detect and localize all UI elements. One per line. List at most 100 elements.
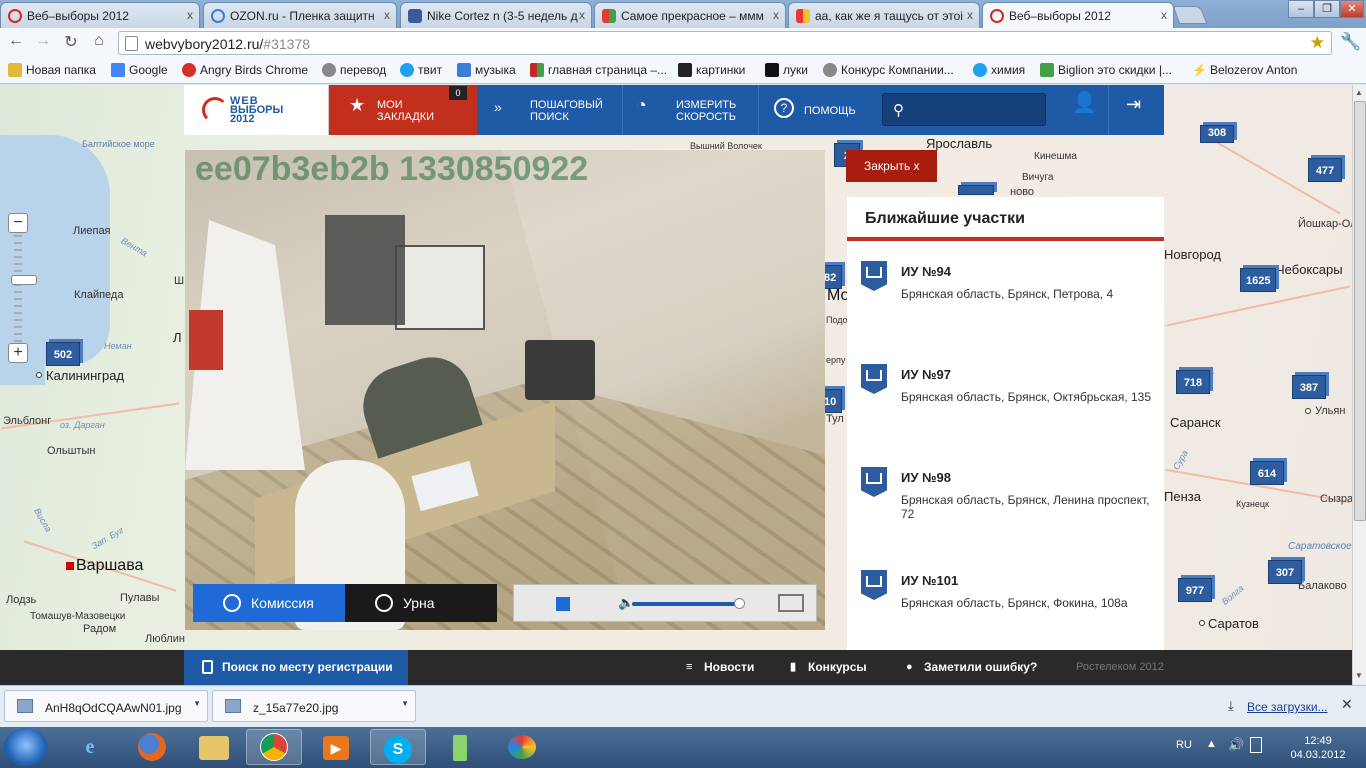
scroll-up-icon[interactable]: ▲ [1355, 88, 1363, 97]
registration-search-button[interactable]: Поиск по месту регистрации [184, 650, 408, 685]
bookmark-luki[interactable]: луки [765, 63, 808, 77]
minimize-button[interactable]: – [1288, 0, 1314, 18]
firefox-icon[interactable] [124, 729, 180, 765]
tray-expand-icon[interactable]: ▲ [1206, 738, 1217, 750]
chevron-down-icon[interactable]: ▼ [193, 699, 201, 708]
logout-button[interactable]: ⇥ [1126, 85, 1156, 135]
site-logo[interactable]: WEB ВЫБОРЫ 2012 [184, 85, 329, 135]
bookmark-novaya-papka[interactable]: Новая папка [8, 63, 96, 77]
address-bar[interactable]: webvybory2012.ru/#31378 ★ [118, 31, 1332, 55]
volume-slider[interactable] [632, 602, 740, 606]
polling-cluster-marker[interactable]: 502 [46, 342, 80, 366]
chrome-icon[interactable] [246, 729, 302, 765]
polling-cluster-marker[interactable]: 977 [1178, 578, 1212, 602]
scrollbar-thumb[interactable] [1354, 101, 1366, 521]
bookmark-google[interactable]: Google [111, 63, 168, 77]
gadget-icon[interactable] [432, 729, 488, 765]
my-bookmarks-button[interactable]: ★ МОИ ЗАКЛАДКИ 0 [329, 85, 477, 135]
reload-icon[interactable]: ↻ [60, 32, 82, 52]
news-link[interactable]: ≡ Новости [686, 650, 754, 685]
bookmarks-bar: Новая папка Google Angry Birds Chrome пе… [0, 58, 1366, 84]
back-icon[interactable]: ← [5, 32, 27, 50]
maximize-button[interactable]: ❐ [1314, 0, 1340, 18]
tab-commission[interactable]: Комиссия [193, 584, 345, 622]
all-downloads-link[interactable]: Все загрузки... [1247, 700, 1328, 714]
polling-cluster-marker[interactable]: 307 [1268, 560, 1302, 584]
download-item[interactable]: z_15a77e20.jpg ▼ [212, 690, 416, 722]
page-scrollbar[interactable]: ▲ ▼ [1352, 85, 1366, 685]
user-button[interactable]: 👤 [1070, 85, 1100, 135]
tab-ozon[interactable]: OZON.ru - Пленка защитн x [203, 2, 397, 28]
close-tab-icon[interactable]: x [773, 8, 779, 22]
bookmark-belozerov[interactable]: ⚡ Belozerov Anton [1192, 63, 1297, 77]
close-window-button[interactable]: ✕ [1340, 0, 1364, 18]
close-tab-icon[interactable]: x [384, 8, 390, 22]
polling-cluster-marker[interactable]: 387 [1292, 375, 1326, 399]
new-tab-button[interactable] [1172, 6, 1208, 24]
bookmark-perevod[interactable]: перевод [322, 63, 386, 77]
volume-knob[interactable] [734, 598, 745, 609]
help-button[interactable]: ? ПОМОЩЬ [774, 85, 874, 135]
skype-icon[interactable]: S [370, 729, 426, 765]
media-player-icon[interactable]: ▶ [308, 729, 364, 765]
network-tray-icon[interactable] [1250, 737, 1262, 753]
polling-cluster-marker[interactable]: 614 [1250, 461, 1284, 485]
start-button[interactable] [4, 728, 48, 766]
bookmark-star-icon[interactable]: ★ [1310, 33, 1325, 53]
step-search-button[interactable]: » ПОШАГОВЫЙ ПОИСК [494, 85, 614, 135]
camera-video-player[interactable]: ee07b3eb2b 1330850922 [185, 150, 825, 630]
polling-cluster-marker[interactable]: 1625 [1240, 268, 1277, 292]
map-label: Балаково [1298, 580, 1347, 592]
bookmark-khimiya[interactable]: химия [973, 63, 1025, 77]
speed-test-button[interactable]: ◔ ИЗМЕРИТЬ СКОРОСТЬ [636, 85, 756, 135]
tab-tashchus[interactable]: аа, как же я тащусь от этоі x [788, 2, 980, 28]
system-clock[interactable]: 12:49 04.03.2012 [1290, 734, 1346, 762]
map-label: Саратов [1208, 616, 1259, 631]
zoom-slider-track[interactable] [11, 235, 37, 343]
close-tab-icon[interactable]: x [1161, 8, 1167, 22]
fullscreen-button[interactable] [778, 594, 804, 612]
bookmark-angry-birds[interactable]: Angry Birds Chrome [182, 63, 308, 77]
close-tab-icon[interactable]: x [187, 8, 193, 22]
ie-icon[interactable]: e [62, 729, 118, 765]
site-search-input[interactable]: ⚲ [882, 93, 1046, 126]
home-icon[interactable]: ⌂ [88, 32, 110, 50]
polling-cluster-marker[interactable]: 718 [1176, 370, 1210, 394]
tab-nike[interactable]: Nike Cortez n (3-5 недель д x [400, 2, 592, 28]
contests-link[interactable]: ▮ Конкурсы [790, 650, 867, 685]
zoom-in-button[interactable]: + [8, 343, 28, 363]
language-indicator[interactable]: RU [1176, 739, 1192, 751]
download-item[interactable]: AnH8qOdCQAAwN01.jpg ▼ [4, 690, 208, 722]
close-tab-icon[interactable]: x [967, 8, 973, 22]
tab-prekrasnoe[interactable]: Самое прекрасное – ммм x [594, 2, 786, 28]
tab-webvybory-active[interactable]: Веб–выборы 2012 x [982, 2, 1174, 29]
bookmark-biglion[interactable]: Biglion это скидки |... [1040, 63, 1172, 77]
chevron-down-icon[interactable]: ▼ [401, 699, 409, 708]
zoom-slider-knob[interactable] [11, 275, 37, 285]
bookmark-glavnaya[interactable]: главная страница –... [530, 63, 667, 77]
close-tab-icon[interactable]: x [579, 8, 585, 22]
polling-cluster-marker[interactable]: 477 [1308, 158, 1342, 182]
tab-webvybory-1[interactable]: Веб–выборы 2012 x [0, 2, 200, 28]
site-footer: Поиск по месту регистрации ≡ Новости ▮ Кон… [0, 650, 1352, 685]
close-panel-button[interactable]: Закрыть x [846, 150, 937, 182]
paint-icon[interactable] [494, 729, 550, 765]
bookmark-muzyka[interactable]: музыка [457, 63, 516, 77]
polling-cluster-marker[interactable] [958, 185, 994, 195]
volume-tray-icon[interactable]: 🔊 [1228, 737, 1244, 753]
explorer-folder-icon[interactable] [186, 729, 242, 765]
wrench-icon[interactable]: 🔧 [1340, 32, 1361, 52]
forward-icon[interactable]: → [32, 32, 54, 50]
bookmark-tvit[interactable]: твит [400, 63, 442, 77]
map-label: Калининград [46, 368, 125, 383]
polling-cluster-marker[interactable]: 308 [1200, 125, 1234, 143]
stop-button[interactable] [556, 597, 570, 611]
scroll-down-icon[interactable]: ▼ [1355, 671, 1363, 680]
bookmark-konkurs[interactable]: Конкурс Компании... [823, 63, 954, 77]
zoom-out-button[interactable]: − [8, 213, 28, 233]
bookmark-kartinki[interactable]: картинки [678, 63, 745, 77]
tab-urn[interactable]: Урна [345, 584, 497, 622]
close-downloads-icon[interactable]: ✕ [1341, 696, 1353, 713]
river-label: Вента [119, 235, 149, 259]
report-error-link[interactable]: ● Заметили ошибку? [906, 650, 1037, 685]
